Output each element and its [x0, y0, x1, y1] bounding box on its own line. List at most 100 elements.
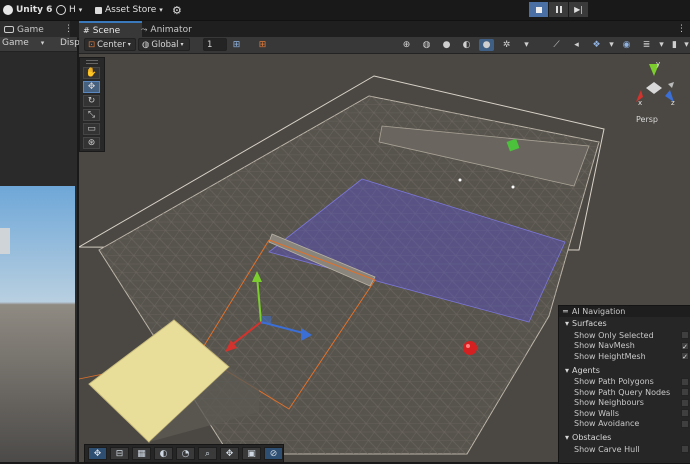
chevron-down-icon: ▾: [565, 365, 570, 375]
unity-logo-menu[interactable]: Unity 6: [3, 3, 52, 17]
unlit-sphere-icon[interactable]: ◐: [459, 39, 474, 51]
gizmo-z-label: z: [671, 99, 675, 107]
nav-option-checkbox[interactable]: [681, 377, 689, 386]
nav-option-row: Show Carve Hull: [574, 444, 689, 454]
grid-snap-toggle-icon[interactable]: ⊞: [229, 39, 244, 51]
pivot-rotation-dropdown[interactable]: ◍ Global ▾: [138, 38, 190, 51]
gear-icon: ⚙: [172, 3, 182, 17]
tab-scene[interactable]: # Scene: [79, 21, 142, 38]
pivot-rotation-label: Global: [151, 39, 179, 50]
app-name: Unity 6: [16, 5, 53, 15]
store-bag-icon: [95, 6, 102, 14]
nav-option-checkbox[interactable]: [681, 331, 689, 339]
rotate-tool-icon[interactable]: ↻: [83, 95, 100, 107]
nav-option-checkbox[interactable]: ✓: [681, 352, 689, 361]
scale-tool-icon[interactable]: ⤡: [83, 109, 100, 121]
nav-point-marker: [511, 185, 515, 189]
chevron-down-icon: ▾: [127, 41, 131, 48]
overlay-panel-icon[interactable]: ▣: [242, 447, 261, 460]
nav-option-label: Show Walls: [574, 408, 620, 418]
nav-option-row: Show Path Polygons: [574, 377, 689, 387]
tab-animator-label: Animator: [150, 24, 192, 35]
draw-mode-dropdown-icon[interactable]: ▾: [519, 39, 534, 51]
scene-toolbar: ⊡ Center ▾ ◍ Global ▾ 1 ⊞ ⊞ ⊕ ◍ ● ◐ ● ✲ …: [79, 37, 690, 54]
camera-dropdown-icon[interactable]: ▾: [679, 39, 690, 51]
hand-tool-icon[interactable]: ✋: [83, 67, 100, 79]
grid-snap-value: 1: [207, 39, 213, 50]
scene-tab-menu-icon[interactable]: ⋮: [677, 24, 686, 34]
settings-button[interactable]: ⚙: [172, 3, 182, 17]
display-label[interactable]: Disp: [60, 38, 80, 48]
increment-snap-icon[interactable]: ⊞: [255, 39, 270, 51]
overlay-draw-icon[interactable]: ◐: [154, 447, 173, 460]
pivot-icon: ⊡: [88, 39, 96, 50]
chevron-down-icon: ▾: [565, 433, 570, 442]
nav-option-checkbox[interactable]: [681, 419, 689, 428]
play-button[interactable]: [529, 2, 548, 17]
orientation-gizmo[interactable]: y x z Persp: [632, 60, 684, 126]
scene-overlay-toolbar: ✥ ⊟ ▦ ◐ ◔ ⌕ ✥ ▣ ⊘: [84, 444, 284, 463]
overlay-transform-icon[interactable]: ✥: [220, 447, 239, 460]
red-sphere[interactable]: [463, 341, 477, 355]
gizmo-toggle-icon[interactable]: ⊕: [399, 39, 414, 51]
step-button[interactable]: ▶|: [569, 2, 588, 17]
overlay-move-icon[interactable]: ✥: [88, 447, 107, 460]
overlay-layout-icon[interactable]: ⊟: [110, 447, 129, 460]
nav-option-label: Show Path Query Nodes: [574, 387, 671, 397]
wireframe-icon[interactable]: ◍: [419, 39, 434, 51]
grid-icon: #: [83, 26, 90, 35]
grid-snap-input[interactable]: 1: [203, 38, 227, 51]
asset-store-button[interactable]: Asset Store ▾: [95, 3, 163, 17]
effects-dropdown-icon[interactable]: ▾: [604, 39, 619, 51]
nav-section-header[interactable]: ▾ Surfaces: [565, 319, 607, 328]
palette-grip-icon[interactable]: [86, 60, 98, 64]
nav-option-checkbox[interactable]: [681, 398, 689, 407]
ai-navigation-title[interactable]: ═ AI Navigation: [559, 306, 690, 317]
nav-option-checkbox[interactable]: ✓: [681, 341, 689, 351]
step-icon: ▶|: [574, 5, 583, 14]
debug-bug-icon[interactable]: ✲: [499, 39, 514, 51]
pivot-mode-dropdown[interactable]: ⊡ Center ▾: [84, 38, 136, 51]
nav-option-checkbox[interactable]: [681, 409, 689, 417]
red-sphere-highlight: [466, 344, 470, 348]
ai-navigation-title-text: AI Navigation: [571, 307, 626, 316]
shaded-mode-icon[interactable]: ●: [479, 39, 494, 51]
gizmo-cube-icon[interactable]: [646, 82, 662, 94]
nav-option-row: Show NavMesh ✓: [574, 341, 689, 351]
overlay-blend-icon[interactable]: ◔: [176, 447, 195, 460]
game-tab-menu-icon[interactable]: ⋮: [64, 24, 73, 34]
transform-tool-icon[interactable]: ⊛: [83, 137, 100, 149]
account-label: H: [69, 5, 76, 15]
projection-label[interactable]: Persp: [636, 115, 658, 124]
tab-animator[interactable]: ⤳ Animator: [137, 21, 196, 38]
layers-icon[interactable]: ≣: [639, 39, 654, 51]
nav-option-checkbox[interactable]: [681, 445, 689, 453]
nav-point-marker: [458, 178, 462, 182]
tab-game[interactable]: Game: [0, 21, 70, 38]
audio-toggle-icon[interactable]: ◂: [569, 39, 584, 51]
rect-tool-icon[interactable]: ▭: [83, 123, 100, 135]
effects-toggle-icon[interactable]: ❖: [589, 39, 604, 51]
overlay-grid-icon[interactable]: ▦: [132, 447, 151, 460]
chevron-down-icon: ▾: [78, 6, 83, 14]
account-button[interactable]: H ▾: [56, 3, 82, 17]
overlay-compass-icon[interactable]: ⊘: [264, 447, 283, 460]
2d-toggle-icon[interactable]: ⟋: [549, 39, 564, 51]
nav-section-header[interactable]: ▾ Obstacles: [565, 433, 611, 442]
nav-option-label: Show HeightMesh: [574, 351, 646, 361]
gizmo-plane-handle[interactable]: [261, 316, 271, 324]
move-tool-icon[interactable]: ✥: [83, 81, 100, 93]
visibility-eye-icon[interactable]: ◉: [619, 39, 634, 51]
pause-button[interactable]: [549, 2, 568, 17]
tab-game-label: Game: [17, 24, 44, 35]
nav-option-label: Show Carve Hull: [574, 444, 640, 454]
nav-option-checkbox[interactable]: [681, 388, 689, 396]
tab-row: Game ⋮ # Scene ⤳ Animator ⋮: [0, 20, 690, 38]
shaded-sphere-icon[interactable]: ●: [439, 39, 454, 51]
tab-scene-label: Scene: [92, 25, 121, 36]
chevron-down-icon: ▾: [40, 39, 45, 47]
nav-section-header[interactable]: ▾ Agents: [565, 366, 600, 375]
display-select[interactable]: Game ▾: [2, 38, 44, 48]
overlay-search-icon[interactable]: ⌕: [198, 447, 217, 460]
pause-icon: [555, 6, 562, 13]
